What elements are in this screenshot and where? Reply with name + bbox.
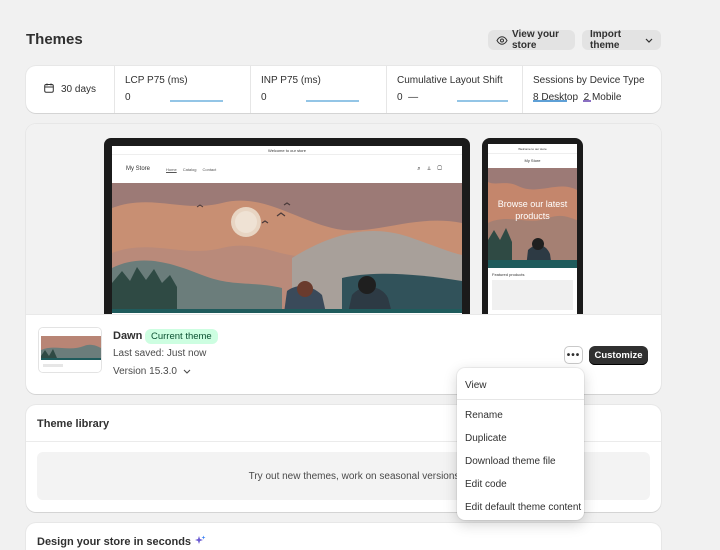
menu-divider	[457, 399, 584, 400]
sessions-mobile-bar	[583, 100, 591, 102]
metric-cls-trend: —	[408, 92, 419, 103]
metric-cls-label: Cumulative Layout Shift	[397, 75, 503, 86]
ellipsis-icon: •••	[566, 349, 581, 361]
theme-version: Version 15.3.0	[113, 366, 177, 377]
metric-cls-value: 0	[397, 92, 403, 103]
preview-nav-home: Home	[166, 166, 177, 172]
mobile-featured-label: Featured products	[492, 272, 525, 277]
import-theme-button[interactable]: Import theme	[582, 29, 661, 51]
metric-lcp-sparkline	[170, 100, 223, 102]
mobile-store-name: My Store	[524, 158, 541, 163]
design-store-title-row: Design your store in seconds	[37, 535, 206, 549]
eye-icon	[496, 35, 508, 45]
metrics-bar: 30 days LCP P75 (ms) 0 INP P75 (ms) 0 Cu…	[26, 66, 661, 113]
sparkle-icon	[195, 535, 206, 549]
menu-item-download-theme-file[interactable]: Download theme file	[457, 450, 584, 473]
metric-inp[interactable]: INP P75 (ms) 0	[250, 66, 386, 113]
metric-cls[interactable]: Cumulative Layout Shift 0 —	[386, 66, 522, 113]
calendar-icon	[44, 83, 54, 96]
mobile-preview: Welcome to our store My Store Browse our	[482, 138, 583, 314]
preview-nav-catalog: Catalog	[182, 166, 197, 172]
sessions-desktop-bar	[533, 100, 567, 102]
mobile-nav: My Store	[488, 154, 577, 168]
theme-thumbnail[interactable]	[38, 327, 102, 373]
preview-nav-contact: Contact	[202, 166, 217, 172]
sessions-mobile-label: Mobile	[591, 92, 622, 103]
metric-lcp-label: LCP P75 (ms)	[125, 75, 188, 86]
preview-nav: My Store Home Catalog Contact ⌕♙▢	[112, 155, 462, 183]
preview-header-icons: ⌕♙▢	[417, 165, 448, 172]
metric-sessions[interactable]: Sessions by Device Type 8 Desktop 2 Mobi…	[522, 66, 661, 113]
current-theme-card: Welcome to our store My Store Home Catal…	[26, 124, 661, 394]
metric-cls-sparkline	[457, 100, 508, 102]
menu-item-edit-code[interactable]: Edit code	[457, 473, 584, 496]
chevron-down-icon	[183, 366, 191, 377]
date-range-button[interactable]: 30 days	[26, 66, 114, 113]
metric-inp-sparkline	[306, 100, 359, 102]
import-theme-label: Import theme	[590, 29, 622, 51]
chevron-down-icon	[645, 38, 653, 43]
more-actions-button[interactable]: •••	[564, 346, 583, 364]
preview-announcement: Welcome to our store	[112, 146, 462, 155]
theme-actions-menu: View Rename Duplicate Download theme fil…	[457, 368, 584, 520]
theme-library-title: Theme library	[37, 418, 110, 430]
mobile-hero-text: Browse our latest products	[497, 199, 568, 221]
preview-store-name: My Store	[126, 166, 151, 172]
menu-item-rename[interactable]: Rename	[457, 404, 584, 427]
menu-item-edit-default-theme-content[interactable]: Edit default theme content	[457, 496, 584, 519]
page-title: Themes	[26, 31, 83, 48]
menu-item-view[interactable]: View	[457, 374, 584, 397]
metric-sessions-label: Sessions by Device Type	[533, 75, 645, 86]
view-store-button[interactable]: View your store	[488, 29, 575, 51]
theme-preview[interactable]: Welcome to our store My Store Home Catal…	[26, 124, 661, 314]
desktop-preview: Welcome to our store My Store Home Catal…	[104, 138, 470, 314]
metric-inp-label: INP P75 (ms)	[261, 75, 321, 86]
metric-lcp[interactable]: LCP P75 (ms) 0	[114, 66, 250, 113]
theme-name: Dawn	[113, 330, 143, 342]
design-store-title: Design your store in seconds	[37, 536, 192, 548]
mobile-product-placeholder	[492, 280, 573, 310]
last-saved: Last saved: Just now	[113, 348, 207, 359]
menu-item-duplicate[interactable]: Duplicate	[457, 427, 584, 450]
design-store-card: Design your store in seconds	[26, 523, 661, 550]
mobile-hero-image: Browse our latest products	[488, 168, 577, 268]
preview-hero-image	[112, 183, 462, 314]
current-theme-badge: Current theme	[145, 329, 218, 344]
date-range-label: 30 days	[60, 84, 97, 95]
view-store-label: View your store	[512, 29, 560, 51]
customize-button[interactable]: Customize	[589, 346, 648, 365]
theme-version-toggle[interactable]: Version 15.3.0	[113, 366, 191, 377]
mobile-announcement: Welcome to our store	[488, 144, 577, 154]
